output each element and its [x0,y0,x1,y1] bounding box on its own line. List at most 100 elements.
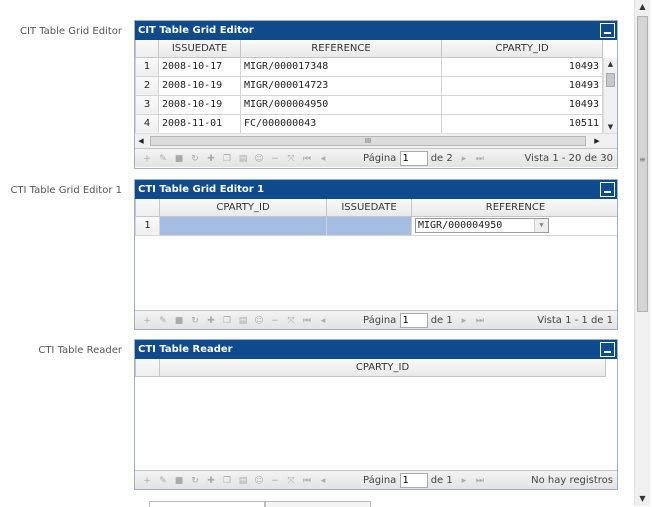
prev-page-icon[interactable]: ◂ [315,472,331,491]
grid1-header-cparty-id[interactable]: CPARTY_ID [441,40,603,58]
add-icon[interactable]: + [139,312,155,331]
reference-select[interactable]: MIGR/000004950 ▼ [415,218,549,233]
copy-icon[interactable]: ❐ [219,150,235,169]
first-page-icon[interactable]: ⏮ [299,150,315,169]
expand-icon[interactable]: ⤧ [283,312,299,331]
refresh-icon[interactable]: ↻ [187,150,203,169]
edit-icon[interactable]: ✎ [155,150,171,169]
scroll-up-icon[interactable]: ▲ [604,58,617,70]
scroll-down-icon[interactable]: ▼ [635,492,650,506]
first-page-icon[interactable]: ⏮ [299,312,315,331]
minus-icon[interactable]: − [267,472,283,491]
paste-icon[interactable]: ▤ [235,472,251,491]
table-row[interactable]: 2 2008-10-19 MIGR/000014723 10493 [135,75,603,96]
next-page-icon[interactable]: ▸ [456,312,472,331]
table-row[interactable]: 3 2008-10-19 MIGR/000004950 10493 [135,94,603,115]
delete-icon[interactable]: ■ [171,472,187,491]
reference-cell[interactable]: MIGR/000004950 [240,94,442,115]
grid3-title: CTI Table Reader [138,344,233,355]
next-page-icon[interactable]: ▸ [456,150,472,169]
row-number: 2 [135,75,159,96]
pager-page: Página de 2 ▸⏭ [363,149,488,169]
page-input[interactable] [399,150,428,166]
reference-cell[interactable]: FC/000000043 [240,113,442,133]
grid3-header-cparty-id[interactable]: CPARTY_ID [159,359,606,377]
next-page-icon[interactable]: ▸ [456,472,472,491]
table-row[interactable]: 1 2008-10-17 MIGR/000017348 10493 [135,56,603,77]
partial-input-field[interactable] [149,501,265,507]
scroll-down-icon[interactable]: ▼ [604,121,617,133]
expand-icon[interactable]: ⤧ [283,150,299,169]
table-row[interactable]: 4 2008-11-01 FC/000000043 10511 [135,113,603,133]
paste-icon[interactable]: ▤ [235,150,251,169]
add-icon[interactable]: + [139,472,155,491]
grid2-collapse-icon[interactable] [600,182,615,197]
cparty-id-cell[interactable] [159,215,327,236]
page-input[interactable] [399,312,428,328]
minus-icon[interactable]: − [267,312,283,331]
cparty-id-cell[interactable]: 10493 [441,75,603,96]
prev-page-icon[interactable]: ◂ [315,150,331,169]
expand-icon[interactable]: ⤧ [283,472,299,491]
grid2-header-reference[interactable]: REFERENCE [411,199,617,217]
move-icon[interactable]: ✚ [203,312,219,331]
grid2-header-rownum [135,199,160,217]
issuedate-cell[interactable]: 2008-10-17 [158,56,241,77]
user-icon[interactable]: ☺ [251,472,267,491]
grid1-collapse-icon[interactable] [600,23,615,38]
issuedate-cell[interactable] [326,215,412,236]
last-page-icon[interactable]: ⏭ [472,472,488,491]
chevron-down-icon[interactable]: ▼ [534,219,548,232]
issuedate-cell[interactable]: 2008-10-19 [158,94,241,115]
move-icon[interactable]: ✚ [203,150,219,169]
last-page-icon[interactable]: ⏭ [472,312,488,331]
cparty-id-cell[interactable]: 10493 [441,94,603,115]
grid1-header-reference[interactable]: REFERENCE [240,40,442,58]
edit-icon[interactable]: ✎ [155,472,171,491]
page-input[interactable] [399,472,428,488]
issuedate-cell[interactable]: 2008-11-01 [158,113,241,133]
copy-icon[interactable]: ❐ [219,472,235,491]
grid2-header-issuedate[interactable]: ISSUEDATE [326,199,412,217]
copy-icon[interactable]: ❐ [219,312,235,331]
cparty-id-cell[interactable]: 10493 [441,56,603,77]
pager-toolbar: + ✎ ■ ↻ ✚ ❐ ▤ ☺ − ⤧ ⏮ ◂ [139,311,331,331]
delete-icon[interactable]: ■ [171,150,187,169]
page-vertical-scrollbar[interactable]: ▲ ≡ ▼ [634,0,650,506]
reference-cell[interactable]: MIGR/000014723 [240,75,442,96]
user-icon[interactable]: ☺ [251,312,267,331]
grid2-header-cparty-id[interactable]: CPARTY_ID [159,199,327,217]
partial-select-field[interactable] [265,501,371,507]
first-page-icon[interactable]: ⏮ [299,472,315,491]
refresh-icon[interactable]: ↻ [187,312,203,331]
delete-icon[interactable]: ■ [171,312,187,331]
move-icon[interactable]: ✚ [203,472,219,491]
user-icon[interactable]: ☺ [251,150,267,169]
prev-page-icon[interactable]: ◂ [315,312,331,331]
last-page-icon[interactable]: ⏭ [472,150,488,169]
scroll-left-icon[interactable]: ◀ [135,134,147,149]
grid3-panel: CTI Table Reader CPARTY_ID + ✎ ■ ↻ ✚ ❐ ▤ ☺ − ⤧ ⏮ ◂ … [134,339,618,490]
grid1-header-issuedate[interactable]: ISSUEDATE [158,40,241,58]
grid1-vertical-scrollbar[interactable]: ▲ ▼ [603,58,617,133]
issuedate-cell[interactable]: 2008-10-19 [158,75,241,96]
grid1-horizontal-scrollbar[interactable]: ◀ III ▶ [135,133,617,148]
reference-cell[interactable]: MIGR/000017348 [240,56,442,77]
refresh-icon[interactable]: ↻ [187,472,203,491]
scroll-thumb[interactable]: III [150,136,586,146]
grid3-body: CPARTY_ID [135,359,617,470]
add-icon[interactable]: + [139,150,155,169]
scroll-thumb[interactable] [606,73,615,87]
scroll-right-icon[interactable]: ▶ [591,134,603,149]
scroll-up-icon[interactable]: ▲ [635,0,650,14]
grid3-titlebar: CTI Table Reader [135,340,617,359]
cparty-id-cell[interactable]: 10511 [441,113,603,133]
page-of-label: de 1 [430,475,453,486]
reference-cell[interactable]: MIGR/000004950 ▼ [411,215,617,236]
grid3-collapse-icon[interactable] [600,342,615,357]
paste-icon[interactable]: ▤ [235,312,251,331]
minus-icon[interactable]: − [267,150,283,169]
table-row[interactable]: 1 MIGR/000004950 ▼ [135,215,617,236]
edit-icon[interactable]: ✎ [155,312,171,331]
page-scroll-thumb[interactable] [637,16,648,312]
